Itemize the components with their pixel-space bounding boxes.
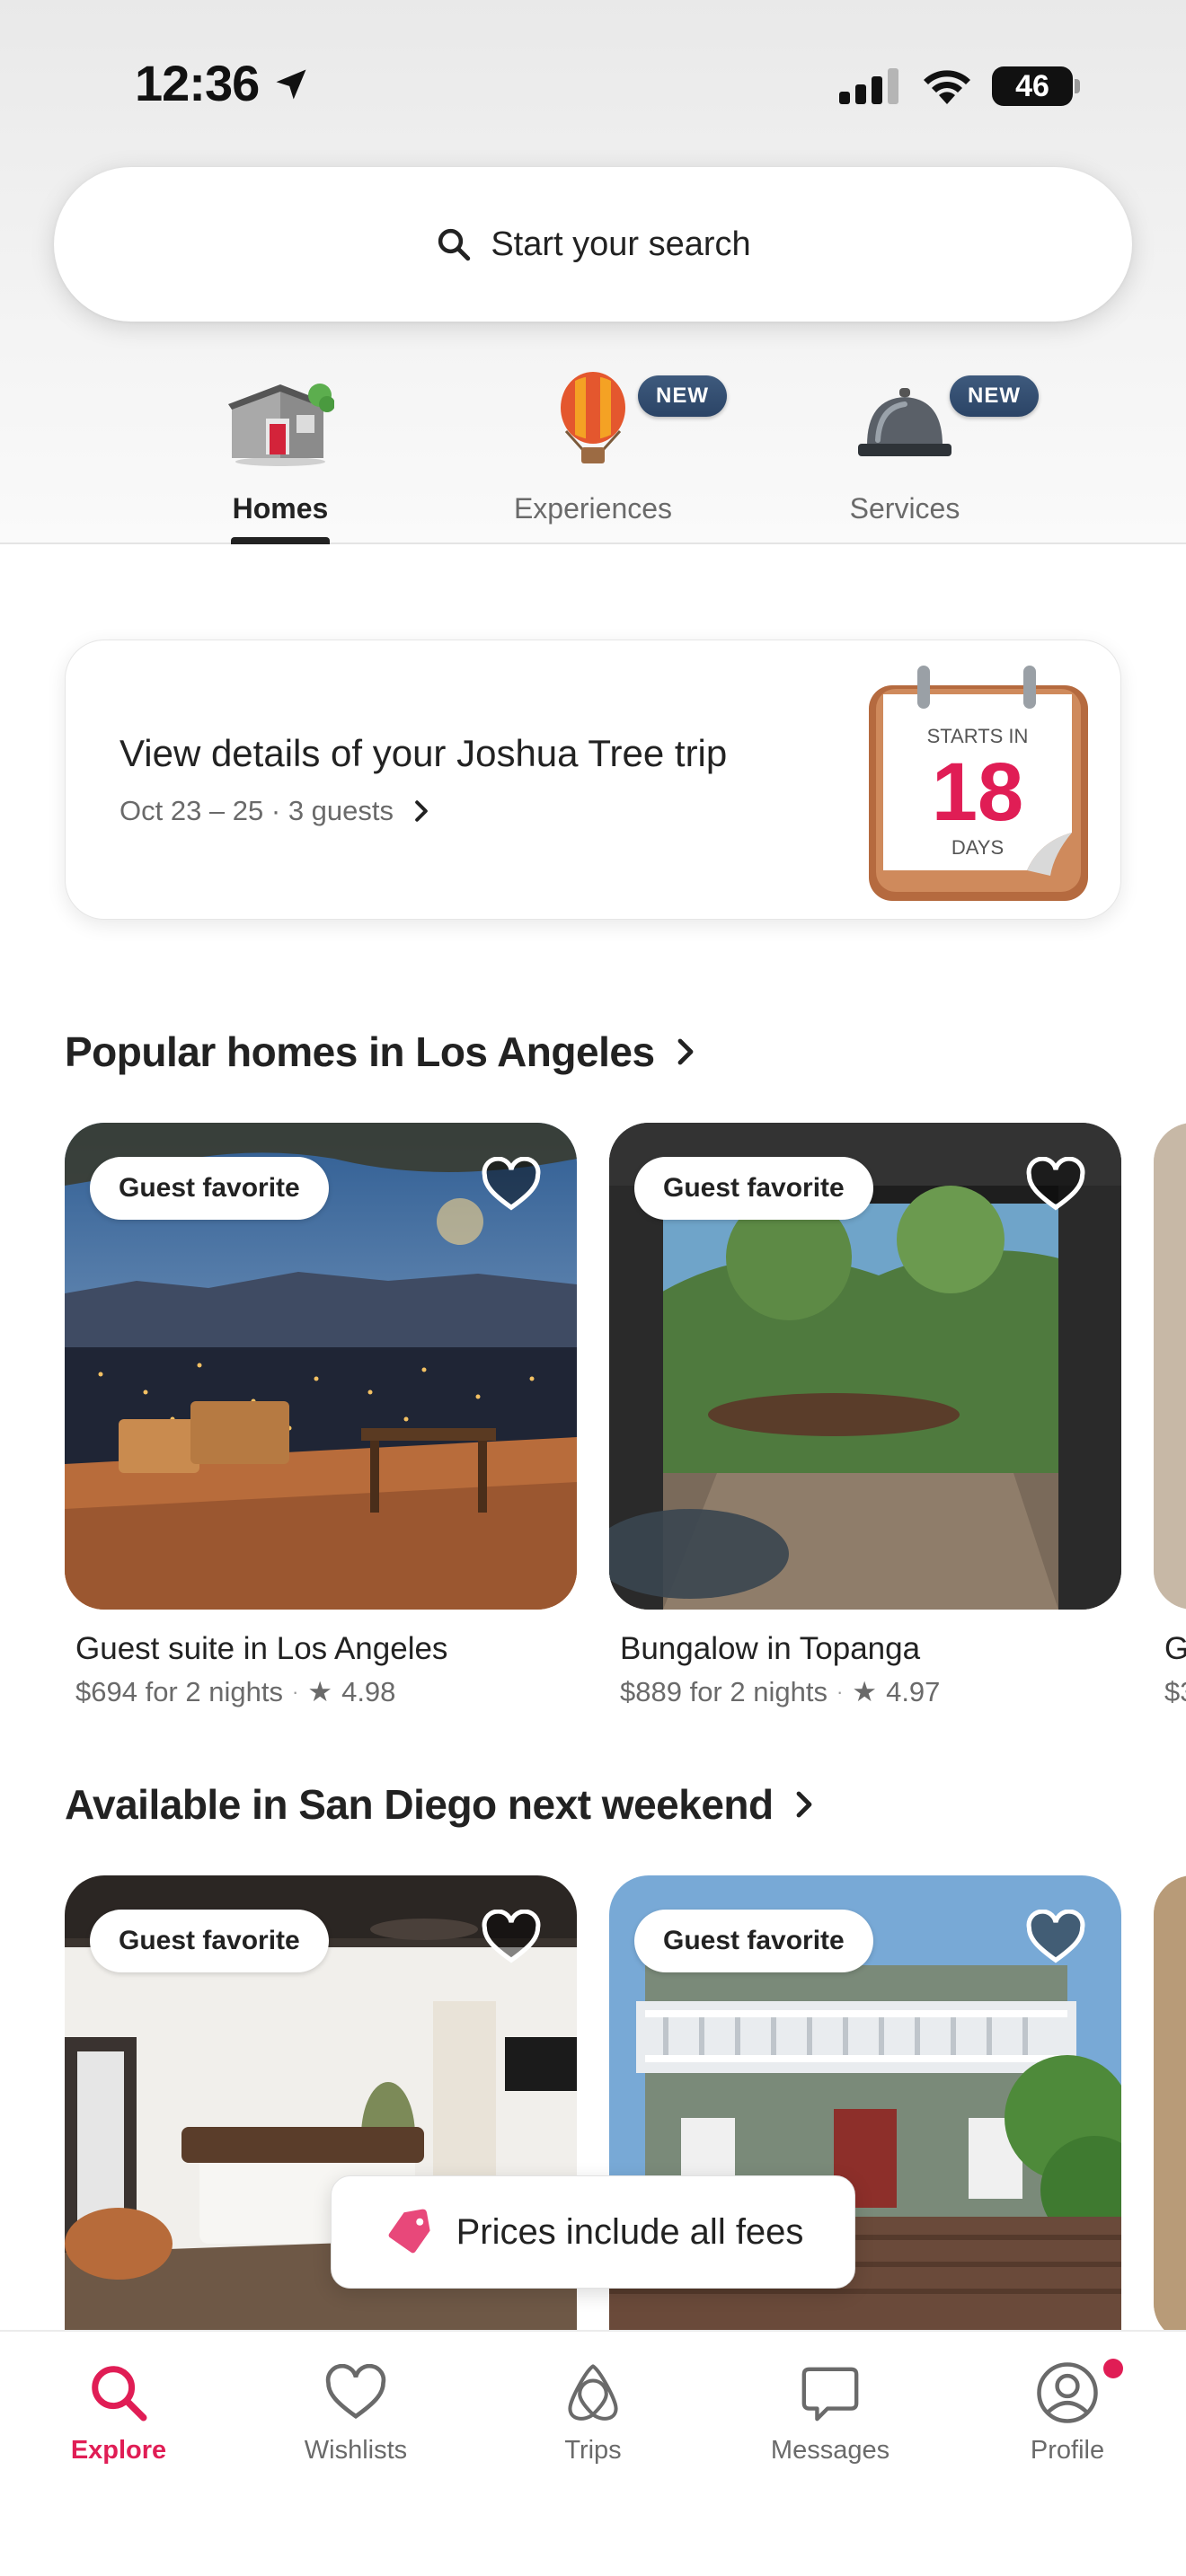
listing-price: $3 xyxy=(1164,1676,1186,1707)
search-icon xyxy=(92,2366,147,2422)
section-title-san-diego[interactable]: Available in San Diego next weekend xyxy=(65,1780,815,1829)
profile-notification-dot xyxy=(1103,2359,1123,2378)
status-time: 12:36 xyxy=(135,55,260,111)
battery-cap xyxy=(1075,79,1080,93)
battery-level: 46 xyxy=(1015,68,1049,103)
heart-icon[interactable] xyxy=(1024,1910,1087,1965)
listing-photo[interactable] xyxy=(1154,1123,1186,1610)
calendar-bottom-text: DAYS xyxy=(951,836,1004,859)
listing-card[interactable]: Guest favorite Bungalow in Topanga $889 … xyxy=(609,1123,1121,1708)
listing-card-partial[interactable]: G $3 xyxy=(1154,1123,1186,1708)
prices-include-fees-toast[interactable]: Prices include all fees xyxy=(331,2175,855,2289)
listing-title: G xyxy=(1164,1631,1186,1666)
toast-label: Prices include all fees xyxy=(456,2211,804,2252)
listing-rating: 4.98 xyxy=(341,1676,396,1707)
guest-favorite-badge: Guest favorite xyxy=(90,1910,329,1972)
calendar-top-text: STARTS IN xyxy=(927,725,1029,747)
star-icon: ★ xyxy=(852,1676,878,1707)
listing-card-partial[interactable] xyxy=(1154,1875,1186,2342)
nav-trips[interactable]: Trips xyxy=(485,2357,701,2483)
separator-dot: · xyxy=(291,1681,299,1703)
tab-experiences[interactable]: NEW Experiences xyxy=(458,368,728,544)
tab-services-label: Services xyxy=(849,492,960,525)
listing-title: Guest suite in Los Angeles xyxy=(75,1631,448,1666)
section-title-los-angeles[interactable]: Popular homes in Los Angeles xyxy=(65,1028,696,1076)
service-bell-icon xyxy=(851,368,959,467)
listing-image-partial xyxy=(1154,1123,1186,1610)
heart-icon[interactable] xyxy=(1024,1157,1087,1213)
guest-favorite-badge: Guest favorite xyxy=(634,1157,873,1220)
house-icon xyxy=(226,368,335,467)
listing-photo[interactable]: Guest favorite xyxy=(609,1123,1121,1610)
nav-profile-label: Profile xyxy=(1030,2436,1105,2465)
star-icon: ★ xyxy=(307,1676,333,1707)
wifi-icon xyxy=(924,70,970,104)
profile-icon xyxy=(1037,2362,1098,2423)
trip-details: Oct 23 – 25 · 3 guests xyxy=(119,795,431,827)
listing-price: $889 for 2 nights xyxy=(620,1676,828,1707)
listing-photo[interactable] xyxy=(1154,1875,1186,2342)
nav-messages-label: Messages xyxy=(770,2436,890,2465)
nav-profile[interactable]: Profile xyxy=(960,2357,1175,2483)
nav-trips-label: Trips xyxy=(564,2436,622,2465)
calendar-number: 18 xyxy=(932,746,1023,838)
search-icon xyxy=(438,228,471,261)
cellular-signal-icon xyxy=(839,68,898,104)
tab-experiences-label: Experiences xyxy=(513,492,673,525)
guest-favorite-badge: Guest favorite xyxy=(634,1910,873,1972)
calendar-icon: STARTS IN 18 DAYS xyxy=(869,666,1088,901)
nav-wishlists[interactable]: Wishlists xyxy=(248,2357,464,2483)
nav-explore-label: Explore xyxy=(70,2436,167,2465)
trip-details-text: Oct 23 – 25 · 3 guests xyxy=(119,795,394,826)
airbnb-logo-icon xyxy=(568,2364,618,2421)
section-title-text: Popular homes in Los Angeles xyxy=(65,1028,655,1075)
chevron-right-icon xyxy=(415,800,428,822)
listing-meta: $694 for 2 nights · ★ 4.98 xyxy=(75,1676,577,1708)
tab-services[interactable]: NEW Services xyxy=(770,368,1040,544)
message-icon xyxy=(801,2367,859,2422)
separator-dot: · xyxy=(836,1681,844,1703)
nav-messages[interactable]: Messages xyxy=(722,2357,938,2483)
listing-photo[interactable]: Guest favorite xyxy=(65,1123,577,1610)
nav-wishlists-label: Wishlists xyxy=(304,2436,408,2465)
section-title-text: Available in San Diego next weekend xyxy=(65,1781,774,1828)
listing-meta: $889 for 2 nights · ★ 4.97 xyxy=(620,1676,1121,1708)
search-label: Start your search xyxy=(491,225,751,263)
location-arrow-icon xyxy=(276,69,306,100)
listing-price: $694 for 2 nights xyxy=(75,1676,283,1707)
trip-title: View details of your Joshua Tree trip xyxy=(119,732,728,774)
status-bar: 12:36 46 xyxy=(0,0,1186,171)
bottom-navigation: Explore Wishlists Trips Messages Profile xyxy=(0,2330,1186,2576)
heart-icon xyxy=(325,2364,386,2420)
chevron-right-icon xyxy=(796,1791,812,1818)
listing-image-partial xyxy=(1154,1875,1186,2342)
heart-icon[interactable] xyxy=(480,1910,543,1965)
new-badge-services: NEW xyxy=(950,375,1039,417)
chevron-right-icon xyxy=(677,1038,693,1065)
listing-title: Bungalow in Topanga xyxy=(620,1631,921,1666)
guest-favorite-badge: Guest favorite xyxy=(90,1157,329,1220)
new-badge-experiences: NEW xyxy=(638,375,727,417)
tab-homes[interactable]: Homes xyxy=(146,368,415,544)
listing-rating: 4.97 xyxy=(886,1676,941,1707)
upcoming-trip-card[interactable]: View details of your Joshua Tree trip Oc… xyxy=(65,640,1121,920)
heart-icon[interactable] xyxy=(480,1157,543,1213)
tab-homes-label: Homes xyxy=(232,492,329,525)
header-area: 12:36 46 Start your search Homes NEW Exp… xyxy=(0,0,1186,544)
search-bar[interactable]: Start your search xyxy=(54,167,1132,322)
listing-card[interactable]: Guest favorite Guest suite in Los Angele… xyxy=(65,1123,577,1708)
nav-explore[interactable]: Explore xyxy=(11,2357,226,2483)
active-tab-indicator xyxy=(231,537,330,544)
hot-air-balloon-icon xyxy=(539,368,647,467)
price-tag-icon xyxy=(388,2209,430,2254)
category-tabs: Homes NEW Experiences NEW Services xyxy=(0,368,1186,544)
battery-indicator: 46 xyxy=(992,66,1073,106)
